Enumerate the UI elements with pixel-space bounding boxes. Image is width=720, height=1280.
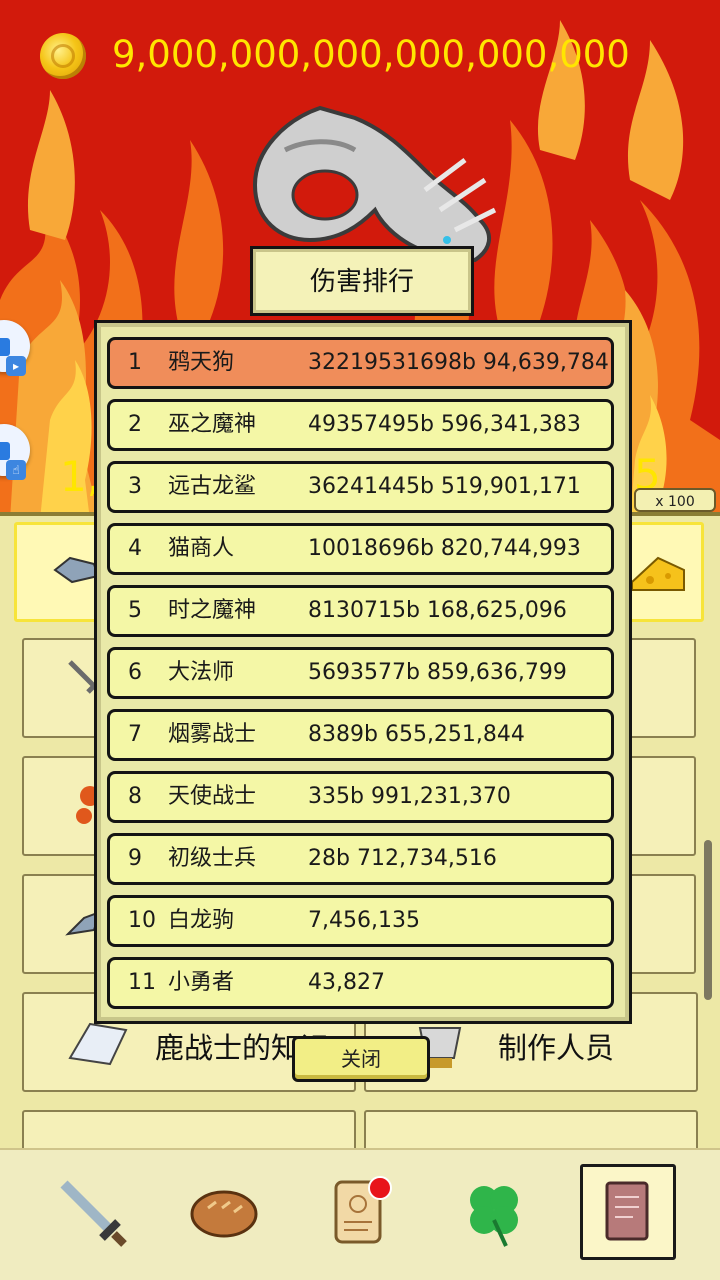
row-score: 36241445b 519,901,171: [308, 474, 581, 499]
row-name: 远古龙鲨: [168, 474, 257, 499]
play-icon: ▸: [6, 356, 26, 376]
row-name: 时之魔神: [168, 598, 257, 623]
row-name: 小勇者: [168, 970, 235, 995]
row-name: 鸦天狗: [168, 350, 235, 375]
row-name: 天使战士: [168, 784, 257, 809]
multiplier-toggle[interactable]: x 100: [634, 488, 716, 512]
row-score: 8130715b 168,625,096: [308, 598, 567, 623]
leaderboard-row: 7 烟雾战士 8389b 655,251,844: [107, 709, 614, 761]
row-rank: 7: [128, 722, 142, 747]
fish-icon: [53, 556, 100, 584]
clover-icon: [470, 1186, 518, 1247]
row-name: 巫之魔神: [168, 412, 257, 437]
nav-quests[interactable]: [312, 1164, 408, 1260]
credits-label: 制作人员: [498, 1031, 615, 1065]
row-score: 8389b 655,251,844: [308, 722, 525, 747]
row-rank: 8: [128, 784, 142, 809]
nav-weapons[interactable]: [44, 1164, 140, 1260]
leaderboard-row: 6 大法师 5693577b 859,636,799: [107, 647, 614, 699]
leaderboard-row: 11 小勇者 43,827: [107, 957, 614, 1009]
dragon-sprite: [252, 105, 497, 263]
book-item-icon: [68, 1022, 128, 1066]
row-name: 烟雾战士: [168, 722, 257, 747]
row-rank: 9: [128, 846, 142, 871]
leaderboard-row: 8 天使战士 335b 991,231,370: [107, 771, 614, 823]
nav-luck[interactable]: [446, 1164, 542, 1260]
scrollbar[interactable]: [704, 840, 712, 1000]
row-score: 5693577b 859,636,799: [308, 660, 567, 685]
row-score: 28b 712,734,516: [308, 846, 497, 871]
video-icon: [0, 338, 10, 356]
tap-icon: ☝: [6, 460, 26, 480]
coin-amount: 9,000,000,000,000,000,000: [112, 33, 630, 76]
row-score: 335b 991,231,370: [308, 784, 511, 809]
row-rank: 6: [128, 660, 142, 685]
row-rank: 1: [128, 350, 142, 375]
leaderboard-row: 4 猫商人 10018696b 820,744,993: [107, 523, 614, 575]
leaderboard-row: 1 鸦天狗 32219531698b 94,639,784: [107, 337, 614, 389]
bread-icon: [190, 1190, 258, 1238]
row-name: 初级士兵: [168, 846, 257, 871]
row-score: 32219531698b 94,639,784: [308, 350, 609, 375]
row-rank: 10: [128, 908, 156, 933]
nav-food[interactable]: [176, 1164, 272, 1260]
row-score: 7,456,135: [308, 908, 420, 933]
row-rank: 5: [128, 598, 142, 623]
row-score: 49357495b 596,341,383: [308, 412, 581, 437]
close-button[interactable]: 关闭: [292, 1036, 430, 1082]
book-icon: [605, 1181, 649, 1241]
share-icon: [0, 442, 10, 460]
leaderboard-title: 伤害排行: [309, 267, 414, 297]
leaderboard-row: 5 时之魔神 8130715b 168,625,096: [107, 585, 614, 637]
leaderboard-row: 10 白龙驹 7,456,135: [107, 895, 614, 947]
row-name: 白龙驹: [168, 908, 235, 933]
cheese-icon: [631, 556, 685, 591]
nav-book[interactable]: [580, 1164, 676, 1260]
scroll-icon: [334, 1180, 382, 1244]
leaderboard-row: 3 远古龙鲨 36241445b 519,901,171: [107, 461, 614, 513]
row-rank: 11: [128, 970, 156, 995]
row-name: 大法师: [168, 660, 235, 685]
row-name: 猫商人: [168, 536, 235, 561]
sword-icon: [60, 1180, 127, 1247]
leaderboard-title-tab: 伤害排行: [250, 246, 474, 316]
row-rank: 3: [128, 474, 142, 499]
leaderboard-row: 2 巫之魔神 49357495b 596,341,383: [107, 399, 614, 451]
leaderboard-row: 9 初级士兵 28b 712,734,516: [107, 833, 614, 885]
coin-icon: [40, 33, 86, 79]
row-rank: 4: [128, 536, 142, 561]
row-score: 10018696b 820,744,993: [308, 536, 581, 561]
row-score: 43,827: [308, 970, 385, 995]
notification-badge: [368, 1176, 392, 1200]
row-rank: 2: [128, 412, 142, 437]
